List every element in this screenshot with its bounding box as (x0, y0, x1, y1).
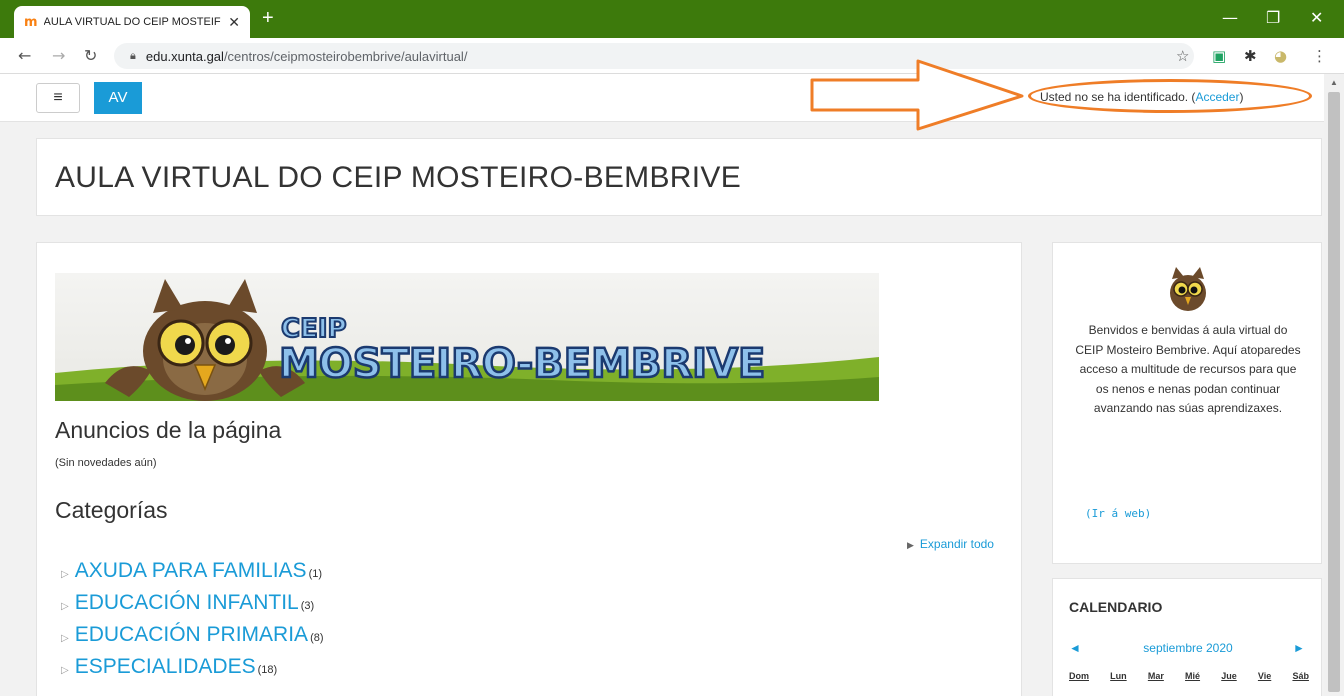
tab-title: AULA VIRTUAL DO CEIP MOSTEIF (43, 16, 221, 28)
category-name[interactable]: EDUCACIÓN PRIMARIA (75, 623, 308, 647)
category-triangle-icon: ▷ (61, 601, 69, 612)
calendar-weekdays: Dom Lun Mar Mié Jue Vie Sáb (1069, 671, 1309, 681)
weekday-label: Lun (1110, 671, 1127, 681)
category-triangle-icon: ▷ (61, 569, 69, 580)
welcome-text: Benvidos e benvidas á aula virtual do CE… (1075, 323, 1301, 415)
category-triangle-icon: ▷ (61, 633, 69, 644)
category-item[interactable]: ▷ EDUCACIÓN INFANTIL (3) (61, 591, 314, 615)
category-count: (1) (308, 568, 323, 580)
calendar-prev-icon[interactable]: ◄ (1069, 641, 1081, 655)
announcements-note: (Sin novedades aún) (55, 457, 157, 469)
weekday-label: Jue (1221, 671, 1237, 681)
main-content: CEIP MOSTEIRO-BEMBRIVE Anuncios de la pá… (36, 242, 1022, 696)
address-toolbar: ← → ↻ 🔒︎ edu.xunta.gal/centros/ceipmoste… (0, 38, 1344, 74)
url-path: /centros/ceipmosteirobembrive/aulavirtua… (223, 48, 468, 64)
scroll-up-icon[interactable]: ▲ (1330, 78, 1338, 87)
expand-triangle-icon: ▶ (907, 540, 914, 550)
calendar-next-icon[interactable]: ► (1293, 641, 1305, 655)
weekday-label: Mar (1147, 671, 1164, 681)
category-name[interactable]: ESPECIALIDADES (75, 655, 256, 679)
url-bar[interactable]: 🔒︎ edu.xunta.gal/centros/ceipmosteirobem… (114, 43, 1194, 69)
profile-avatar-icon[interactable]: ◕ (1274, 47, 1287, 65)
category-name[interactable]: EDUCACIÓN INFANTIL (75, 591, 299, 615)
browser-tab-bar: m AULA VIRTUAL DO CEIP MOSTEIF ✕ + — ❐ ✕ (0, 0, 1344, 38)
weekday-label: Dom (1069, 671, 1089, 681)
category-item[interactable]: ▷ ESPECIALIDADES (18) (61, 655, 277, 679)
banner-line1: CEIP (281, 314, 347, 344)
reload-icon[interactable]: ↻ (84, 46, 97, 65)
lock-icon: 🔒︎ (130, 49, 136, 62)
calendar-month[interactable]: septiembre 2020 (1123, 641, 1253, 655)
window-close-icon[interactable]: ✕ (1310, 8, 1323, 27)
category-item[interactable]: ▷ AXUDA PARA FAMILIAS (1) (61, 559, 322, 583)
category-count: (18) (257, 664, 278, 676)
welcome-block: Benvidos e benvidas á aula virtual do CE… (1052, 242, 1322, 564)
category-item[interactable]: ▷ EDUCACIÓN PRIMARIA (8) (61, 623, 324, 647)
announcements-title: Anuncios de la página (55, 417, 282, 443)
page-title: AULA VIRTUAL DO CEIP MOSTEIRO-BEMBRIVE (55, 161, 742, 194)
bookmark-star-icon[interactable]: ☆ (1176, 47, 1189, 65)
category-count: (8) (310, 632, 324, 644)
browser-menu-icon[interactable]: ⋮ (1312, 47, 1327, 65)
category-triangle-icon: ▷ (61, 665, 69, 676)
new-tab-button[interactable]: + (262, 8, 274, 28)
page-scrollbar[interactable]: ▲ (1324, 74, 1344, 696)
expand-all-label: Expandir todo (919, 537, 994, 551)
moodle-favicon-icon: m (24, 14, 38, 30)
nav-drawer-button[interactable]: ≡ (36, 83, 80, 113)
page-header-card: AULA VIRTUAL DO CEIP MOSTEIRO-BEMBRIVE (36, 138, 1322, 216)
categories-title: Categorías (55, 497, 168, 523)
back-icon[interactable]: ← (18, 46, 31, 65)
tab-close-icon[interactable]: ✕ (228, 14, 240, 31)
extensions-puzzle-icon[interactable]: ✱ (1244, 47, 1257, 65)
scrollbar-thumb[interactable] (1328, 92, 1340, 692)
weekday-label: Sáb (1292, 671, 1309, 681)
calendar-block: CALENDARIO ◄ septiembre 2020 ► Dom Lun M… (1052, 578, 1322, 696)
browser-tab[interactable]: m AULA VIRTUAL DO CEIP MOSTEIF ✕ (14, 6, 250, 38)
restore-icon[interactable]: ❐ (1266, 8, 1280, 27)
site-banner: CEIP MOSTEIRO-BEMBRIVE (55, 273, 879, 401)
url-host: edu.xunta.gal (145, 48, 224, 64)
weekday-label: Mié (1185, 671, 1201, 681)
annotation-ellipse (1028, 79, 1312, 113)
go-to-web-link[interactable]: (Ir á web) (1085, 507, 1151, 520)
owl-banner-image: CEIP MOSTEIRO-BEMBRIVE (55, 279, 879, 401)
expand-all-link[interactable]: ▶ Expandir todo (907, 537, 994, 551)
minimize-icon[interactable]: — (1222, 8, 1238, 27)
owl-icon (1170, 267, 1206, 311)
weekday-label: Vie (1257, 671, 1272, 681)
site-brand[interactable]: AV (94, 82, 142, 114)
calendar-title: CALENDARIO (1069, 599, 1163, 615)
category-name[interactable]: AXUDA PARA FAMILIAS (75, 559, 307, 583)
extension-green-icon[interactable]: ▣ (1212, 47, 1226, 65)
annotation-arrow-icon (810, 59, 1024, 131)
banner-line2: MOSTEIRO-BEMBRIVE (279, 341, 765, 387)
forward-icon[interactable]: → (52, 46, 65, 65)
category-count: (3) (300, 600, 315, 612)
